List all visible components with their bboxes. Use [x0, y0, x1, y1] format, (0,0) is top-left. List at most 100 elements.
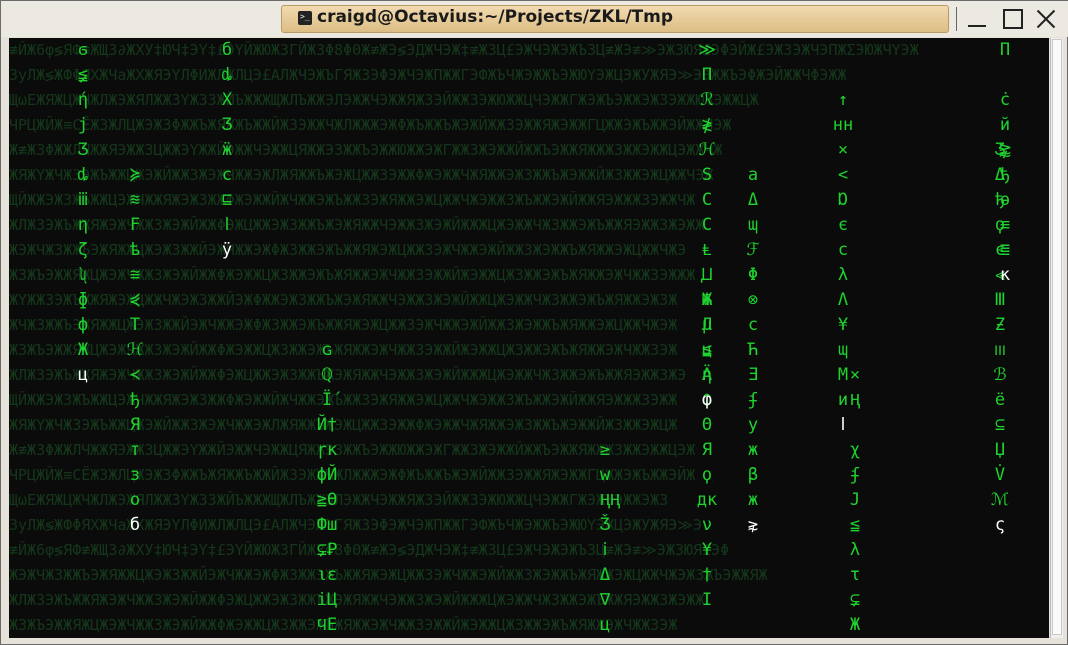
matrix-glyph — [599, 288, 631, 313]
matrix-glyph: ≺ — [129, 365, 141, 385]
matrix-glyph — [599, 63, 631, 88]
matrix-glyph: Δ — [747, 190, 759, 210]
matrix-glyph: ∇ — [599, 590, 611, 610]
matrix-glyph: τ — [849, 565, 861, 585]
matrix-glyph: × — [849, 365, 861, 385]
background-row: ЖЗЖЪЭЖЖЯЖЦЖЭЖЧЖЖЗЖЭЖЙЖЖΦЖЭЖЖЦЖЗЖЖЭЖЪЖЯЖЖ… — [9, 616, 678, 634]
matrix-glyph — [599, 438, 631, 463]
matrix-glyph — [839, 138, 871, 163]
matrix-glyph — [599, 88, 631, 113]
matrix-glyph: ℬ — [993, 365, 1007, 385]
matrix-glyph: ≦ — [849, 515, 861, 535]
matrix-glyph: Я — [129, 415, 141, 435]
matrix-glyph: c — [221, 165, 233, 185]
matrix-glyph — [737, 113, 769, 138]
matrix-glyph — [989, 63, 1021, 88]
matrix-glyph — [311, 263, 343, 288]
terminal-area[interactable]: ≢ЙЖ6φ≶ЯФ≢ЖЩЗ∂ЖXУ‡ЮЧ‡ЭΥ‡£ЭΥЙЖЮЖЗГЙЖ3Φ8ΦΘЖ… — [9, 38, 1049, 638]
matrix-glyph — [599, 313, 631, 338]
matrix-glyph: ≧Ө — [316, 490, 338, 510]
matrix-glyph — [311, 88, 343, 113]
matrix-glyph: П — [999, 40, 1011, 60]
glyph-column: Жμ ≦ η φ — [691, 38, 723, 413]
matrix-glyph: X — [221, 90, 233, 110]
matrix-glyph: дк — [696, 490, 718, 510]
matrix-glyph — [599, 413, 631, 438]
matrix-glyph: λ — [849, 540, 861, 560]
matrix-glyph: ⊑ — [221, 190, 233, 210]
matrix-glyph: ℱ — [746, 240, 760, 260]
matrix-glyph: Ⱨ — [849, 390, 861, 410]
matrix-glyph: ζ — [77, 240, 89, 260]
matrix-glyph: ⅲ — [77, 190, 89, 210]
matrix-glyph — [691, 63, 723, 88]
glyph-column: Ⱨ — [599, 38, 631, 588]
matrix-glyph: η — [77, 215, 89, 235]
matrix-glyph: ċ — [999, 90, 1011, 110]
maximize-button[interactable] — [999, 6, 1025, 32]
vertical-scrollbar[interactable] — [1050, 38, 1063, 638]
matrix-glyph: ɵ — [999, 190, 1011, 210]
matrix-glyph: Џ — [994, 440, 1006, 460]
matrix-glyph — [119, 113, 151, 138]
matrix-glyph — [737, 38, 769, 63]
matrix-glyph: ɢ — [321, 340, 333, 360]
matrix-glyph — [691, 38, 723, 63]
matrix-glyph — [599, 338, 631, 363]
matrix-glyph: ≽ — [129, 165, 141, 185]
matrix-glyph: y — [747, 415, 759, 435]
matrix-glyph: Ж — [77, 340, 89, 360]
matrix-glyph — [599, 263, 631, 288]
matrix-glyph: ȡ — [221, 65, 233, 85]
matrix-glyph: β — [747, 465, 759, 485]
matrix-glyph: ς — [994, 515, 1006, 535]
matrix-glyph — [599, 563, 631, 588]
matrix-glyph: ⊆ — [994, 415, 1006, 435]
glyph-column: ɢ ℚ Ḯ Й† ɼк фЙ ≧Ө Фш ⊊Ꝑ ιɛ iЦ ϥE — [311, 38, 343, 638]
matrix-glyph — [691, 238, 723, 263]
matrix-glyph: I — [701, 590, 713, 610]
matrix-glyph: ≡ — [999, 215, 1011, 235]
matrix-glyph — [839, 288, 871, 313]
close-button[interactable] — [1033, 6, 1059, 32]
matrix-glyph — [839, 38, 871, 63]
scrollbar-thumb[interactable] — [1052, 39, 1062, 635]
matrix-glyph: ϥE — [316, 615, 338, 635]
glyph-column: × Ⱨχ ʄ J ≦ λ τ ⊊ Ж — [839, 38, 871, 638]
matrix-glyph: ⊊ — [849, 590, 861, 610]
matrix-glyph: F — [129, 215, 141, 235]
matrix-glyph — [599, 388, 631, 413]
matrix-glyph: ф — [77, 315, 89, 335]
background-row: ЖЭЖЧЖЗЖЖЪЭЖЯЖЖЦЖЭЖЗЖЖЙЭЖЧЖЖЭЖΦЖЗЖЖЭЖЪЖЖЯ… — [9, 566, 768, 584]
terminal-icon-glyph: >_ — [300, 12, 310, 21]
matrix-glyph: ɼк — [316, 440, 338, 460]
matrix-glyph: ʄ — [849, 465, 861, 485]
matrix-glyph: Θ — [701, 415, 713, 435]
glyph-column: ≽ ≋ Fѣ ≅ ⋞ T ℋ ≺ ђ Ят з о б — [119, 38, 151, 538]
matrix-glyph — [691, 263, 723, 288]
matrix-glyph: ђ — [999, 165, 1011, 185]
matrix-glyph: ȡ — [77, 165, 89, 185]
terminal-window: >_ craigd@Octavius:~/Projects/ZKL/Tmp ≢Й… — [0, 0, 1068, 645]
matrix-glyph: Ʒ — [221, 115, 233, 135]
matrix-glyph: † — [701, 565, 713, 585]
matrix-glyph — [737, 88, 769, 113]
matrix-glyph: ϭ — [77, 40, 89, 60]
matrix-glyph: ⅼ — [224, 215, 230, 235]
matrix-glyph — [599, 113, 631, 138]
matrix-glyph: ӝ — [221, 140, 233, 160]
matrix-glyph: Ж — [849, 615, 861, 635]
matrix-glyph: ж — [747, 440, 759, 460]
terminal-icon[interactable]: >_ — [298, 11, 312, 25]
matrix-glyph: ιɛ — [316, 565, 338, 585]
matrix-glyph — [691, 213, 723, 238]
matrix-glyph — [311, 188, 343, 213]
minimize-button[interactable] — [964, 6, 990, 32]
title-button-separator — [956, 7, 957, 31]
matrix-glyph: Ǝ — [747, 365, 759, 385]
matrix-glyph: ⲽ — [993, 340, 1006, 360]
matrix-glyph: ≣ — [999, 240, 1011, 260]
matrix-glyph — [599, 238, 631, 263]
title-bar[interactable]: >_ craigd@Octavius:~/Projects/ZKL/Tmp — [1, 1, 1068, 37]
matrix-glyph: a — [747, 165, 759, 185]
